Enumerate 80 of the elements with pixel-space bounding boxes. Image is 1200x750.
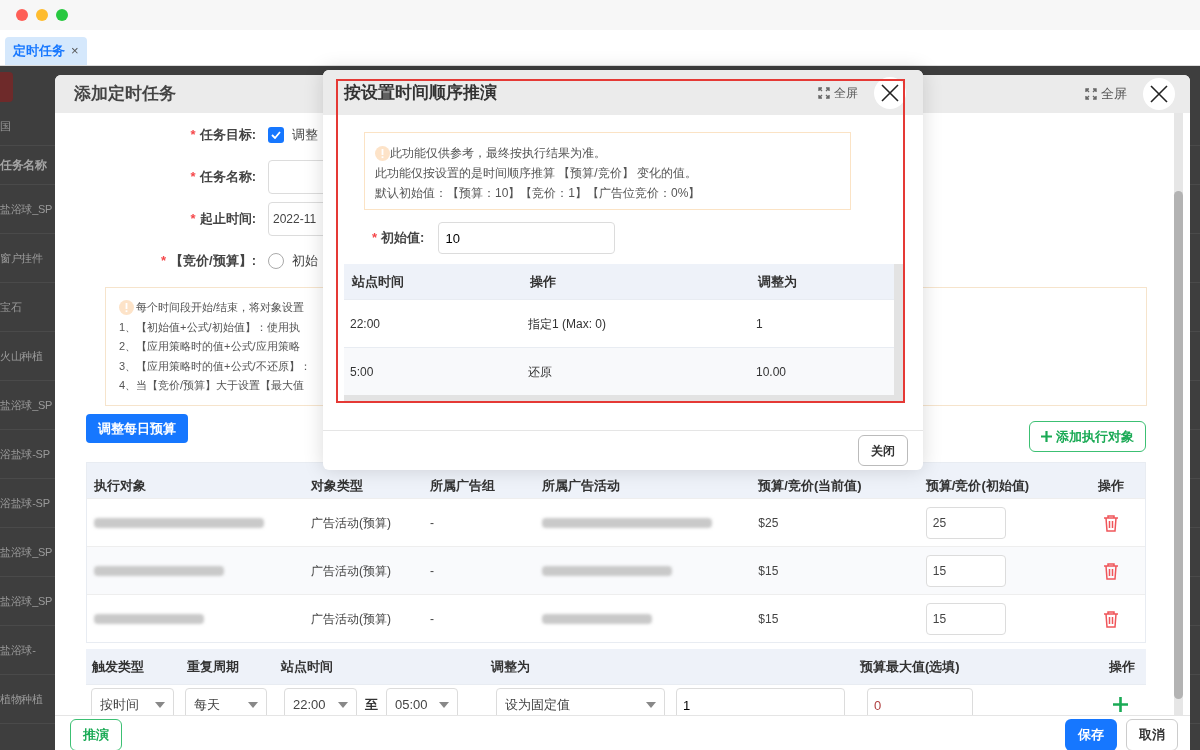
notice-text: 此功能仅按设置的是时间顺序推算 【预算/竞价】 变化的值。 — [375, 165, 697, 182]
warning-icon — [119, 300, 134, 316]
table-cell-text: 广告活动(预算) — [311, 610, 392, 628]
column-header: 预算/竞价(初始值) — [925, 476, 1030, 495]
table-cell-text: 22:00 — [350, 315, 382, 333]
checkbox-label: 调整 — [292, 126, 318, 145]
notice-text: 2、【应用策略时的值+公式/应用策略 — [119, 339, 300, 354]
trash-icon[interactable] — [1103, 513, 1120, 532]
column-header: 重复周期 — [187, 657, 239, 676]
caret-icon — [338, 702, 348, 708]
column-header: 所属广告组 — [430, 476, 496, 495]
tab-label: 定时任务 — [13, 42, 65, 61]
select-field[interactable]: 设为固定值 — [496, 688, 665, 715]
field-label: * 起止时间: — [189, 210, 256, 229]
notice-text: 3、【应用策略时的值+公式/不还原】： — [119, 358, 311, 374]
notice-text: 此功能仅供参考，最终按执行结果为准。 — [390, 145, 606, 162]
fullscreen-button[interactable]: 全屏 — [818, 83, 858, 102]
input-field[interactable]: 10 — [438, 222, 616, 254]
table-cell-text: 广告活动(预算) — [311, 562, 392, 580]
dialog-title: 按设置时间顺序推演 — [344, 81, 497, 104]
field-label: * 任务名称: — [189, 168, 256, 187]
column-header: 站点时间 — [281, 657, 333, 676]
radio-label: 初始 — [292, 252, 318, 271]
column-header: 所属广告活动 — [542, 476, 621, 495]
field-label: * 【竞价/预算】: — [160, 252, 256, 271]
column-header: 预算最大值(选填) — [860, 657, 960, 676]
notice-text: 每个时间段开始/结束，将对象设置 — [136, 300, 305, 315]
column-header: 操作 — [1108, 657, 1135, 676]
range-separator: 至 — [365, 696, 378, 715]
tab-close[interactable]: × — [71, 41, 79, 61]
notice-text: 4、当【竞价/预算】大于设置【最大值 — [119, 378, 305, 393]
notice-text: 默认初始值：【预算：10】【竞价：1】【广告位竞价：0%】 — [375, 185, 701, 202]
table-cell-text: 5:00 — [350, 363, 375, 381]
table-cell-text: - — [430, 610, 435, 628]
column-header: 对象类型 — [311, 476, 364, 495]
plus-icon[interactable] — [1113, 697, 1128, 712]
caret-icon — [155, 702, 165, 708]
table-cell-text: 还原 — [528, 363, 553, 381]
check-icon — [271, 131, 281, 139]
caret-icon — [248, 702, 258, 708]
caret-icon — [439, 702, 449, 708]
input-field[interactable]: 15 — [925, 602, 1006, 635]
select-field[interactable]: 按时间 — [91, 688, 174, 715]
select-field[interactable]: 05:00 — [386, 688, 458, 715]
page-tab[interactable]: 定时任务 × — [5, 37, 87, 65]
close-dialog-button[interactable]: 关闭 — [858, 435, 908, 466]
checkbox[interactable] — [268, 127, 284, 143]
table-cell-text: $15 — [758, 562, 779, 580]
caret-icon — [646, 702, 656, 708]
dialog-title: 添加定时任务 — [74, 83, 176, 106]
fullscreen-button[interactable]: 全屏 — [1085, 84, 1127, 104]
save-button[interactable]: 保存 — [1065, 719, 1117, 750]
close-icon — [881, 83, 899, 102]
close-icon — [1150, 85, 1168, 103]
column-header: 执行对象 — [94, 476, 146, 495]
column-header: 调整为 — [491, 657, 530, 676]
table-cell-text: 指定1 (Max: 0) — [528, 315, 607, 333]
table-cell-text: - — [430, 562, 435, 580]
close-button[interactable] — [1143, 78, 1175, 110]
plus-icon — [1041, 431, 1052, 442]
table-cell-text: 1 — [756, 315, 764, 333]
close-window-icon[interactable] — [16, 9, 28, 21]
warning-icon — [375, 145, 390, 161]
expand-icon — [818, 86, 830, 99]
table-cell-text: 10.00 — [756, 363, 788, 381]
expand-icon — [1085, 88, 1097, 100]
adjust-budget-button[interactable]: 调整每日预算 — [86, 414, 188, 443]
maximize-window-icon[interactable] — [56, 9, 68, 21]
column-header: 触发类型 — [92, 657, 144, 676]
input-field[interactable]: 25 — [925, 506, 1006, 539]
column-header: 预算/竞价(当前值) — [758, 476, 862, 495]
input-field[interactable]: 15 — [925, 554, 1006, 587]
trash-icon[interactable] — [1103, 561, 1120, 580]
select-field[interactable]: 22:00 — [284, 688, 357, 715]
trash-icon[interactable] — [1103, 609, 1120, 628]
field-label: * 任务目标: — [189, 126, 256, 145]
select-field[interactable]: 每天 — [185, 688, 267, 715]
column-header: 操作 — [1098, 476, 1125, 495]
notice-text: 1、【初始值+公式/初始值】：使用执 — [119, 319, 300, 335]
table-cell-text: $15 — [758, 610, 779, 628]
